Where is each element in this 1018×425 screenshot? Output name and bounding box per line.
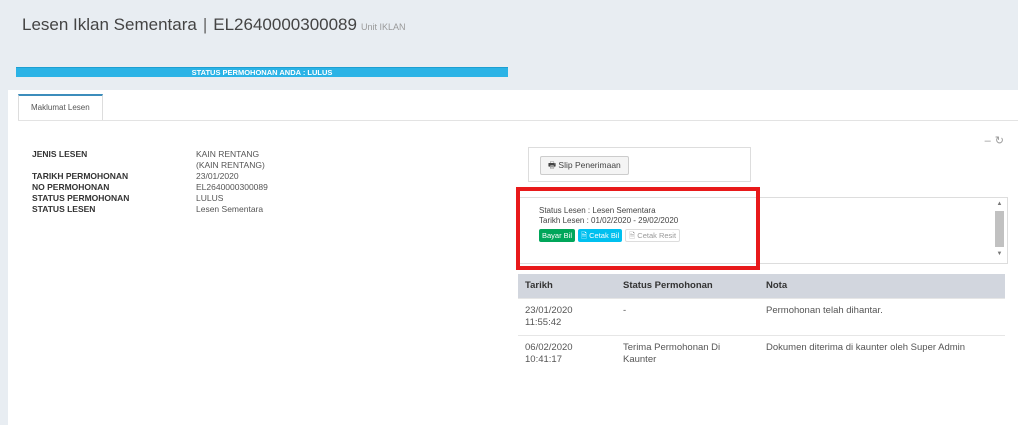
cell-status: - [616, 297, 759, 335]
jenis-lesen-value: KAIN RENTANG (KAIN RENTANG) [196, 149, 265, 171]
tab-maklumat-lesen[interactable]: Maklumat Lesen [18, 94, 103, 121]
cell-tarikh: 23/01/2020 11:55:42 [518, 297, 616, 335]
slip-penerimaan-button[interactable]: 🖶 Slip Penerimaan [540, 156, 629, 175]
cell-nota: Dokumen diterima di kaunter oleh Super A… [759, 334, 1005, 375]
cell-nota: Permohonan telah dihantar. [759, 297, 1005, 335]
license-info: JENIS LESEN KAIN RENTANG (KAIN RENTANG) … [32, 149, 268, 215]
tab-divider [18, 120, 1018, 121]
jenis-lesen-main: KAIN RENTANG [196, 149, 260, 159]
header-status: Status Permohonan [616, 274, 759, 298]
header-nota: Nota [759, 274, 1005, 298]
info-row-tarikh: TARIKH PERMOHONAN 23/01/2020 [32, 171, 268, 182]
unit-label: Unit IKLAN [360, 22, 406, 32]
scrollbar[interactable]: ▲ ▼ [995, 200, 1004, 262]
page-title: Lesen Iklan Sementara | EL2640000300089 Uni… [22, 15, 406, 35]
status-banner: STATUS PERMOHONAN ANDA : LULUS [16, 67, 508, 77]
highlight-box [516, 187, 760, 270]
tarikh-permohonan-value: 23/01/2020 [196, 171, 239, 181]
no-permohonan-value: EL2640000300089 [196, 182, 268, 192]
cell-tarikh: 06/02/2020 10:41:17 [518, 334, 616, 375]
license-number: EL2640000300089 [213, 15, 357, 34]
minimize-icon[interactable]: – [985, 135, 995, 147]
refresh-icon[interactable]: ↻ [995, 135, 1008, 147]
info-row-jenis: JENIS LESEN KAIN RENTANG (KAIN RENTANG) [32, 149, 268, 171]
status-permohonan-label: STATUS PERMOHONAN [32, 193, 130, 203]
history-table: Tarikh Status Permohonan Nota 23/01/2020… [518, 274, 1005, 375]
no-permohonan-label: NO PERMOHONAN [32, 182, 110, 192]
info-row-status-lesen: STATUS LESEN Lesen Sementara [32, 204, 268, 215]
header-tarikh: Tarikh [518, 274, 616, 298]
jenis-lesen-sub: (KAIN RENTANG) [196, 160, 265, 170]
scroll-thumb[interactable] [995, 211, 1004, 247]
title-separator: | [202, 15, 208, 34]
print-icon: 🖶 [548, 160, 557, 170]
info-row-no: NO PERMOHONAN EL2640000300089 [32, 182, 268, 193]
status-permohonan-value: LULUS [196, 193, 224, 203]
table-row: 23/01/2020 11:55:42 - Permohonan telah d… [518, 297, 1005, 335]
status-lesen-value: Lesen Sementara [196, 204, 264, 214]
slip-penerimaan-label: Slip Penerimaan [558, 160, 621, 170]
page-title-text: Lesen Iklan Sementara [22, 15, 197, 34]
scroll-up-icon[interactable]: ▲ [995, 200, 1004, 208]
slip-box: 🖶 Slip Penerimaan [528, 147, 751, 182]
cell-status: Terima Permohonan Di Kaunter [616, 334, 759, 375]
info-row-status-perm: STATUS PERMOHONAN LULUS [32, 193, 268, 204]
main-panel: Maklumat Lesen –↻ JENIS LESEN KAIN RENTA… [8, 90, 1018, 425]
panel-tools: –↻ [985, 134, 1008, 147]
tarikh-permohonan-label: TARIKH PERMOHONAN [32, 171, 129, 181]
status-lesen-label: STATUS LESEN [32, 204, 96, 214]
jenis-lesen-label: JENIS LESEN [32, 149, 88, 159]
table-header-row: Tarikh Status Permohonan Nota [518, 274, 1005, 298]
scroll-down-icon[interactable]: ▼ [995, 250, 1004, 258]
table-row: 06/02/2020 10:41:17 Terima Permohonan Di… [518, 334, 1005, 375]
